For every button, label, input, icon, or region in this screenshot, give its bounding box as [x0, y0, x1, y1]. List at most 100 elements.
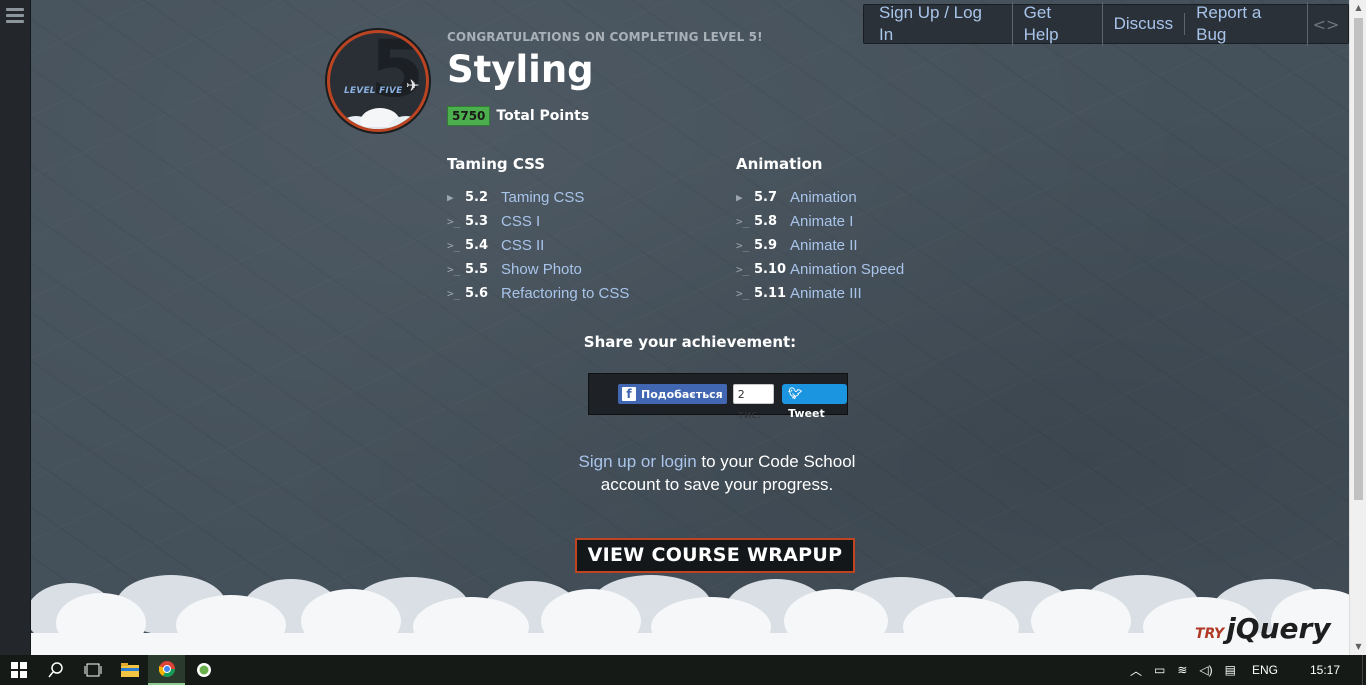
section-title: Taming CSS	[447, 155, 546, 173]
green-app-icon[interactable]	[185, 655, 222, 685]
file-explorer-icon[interactable]	[111, 655, 148, 685]
challenge-link[interactable]: CSS I	[501, 213, 540, 230]
view-course-wrapup-button[interactable]: VIEW COURSE WRAPUP	[575, 538, 855, 573]
nav-signup-login[interactable]: Sign Up / Log In	[868, 2, 1013, 46]
vertical-scrollbar[interactable]: ▲ ▼	[1349, 0, 1366, 655]
badge-cloud-icon	[340, 108, 423, 129]
challenge-number: 5.3	[465, 213, 489, 229]
challenge-link[interactable]: Taming CSS	[501, 189, 584, 206]
section-title: Animation	[736, 155, 823, 173]
challenge-link[interactable]: Animation	[790, 189, 857, 206]
language-indicator[interactable]: ENG	[1252, 663, 1278, 677]
section-taming-css: Taming CSS ▶ 5.2 Taming CSS >_ 5.3 CSS I >_ 5…	[447, 155, 629, 305]
points-value: 5750	[447, 106, 491, 126]
left-panel-strip	[0, 0, 31, 655]
nav-get-help[interactable]: Get Help	[1013, 2, 1103, 46]
challenge-link[interactable]: Animation Speed	[790, 261, 904, 278]
play-icon: ▶	[447, 190, 454, 204]
clock[interactable]: 15:17	[1310, 663, 1340, 677]
challenge-item[interactable]: >_ 5.10 Animation Speed	[736, 257, 904, 281]
terminal-icon: >_	[736, 286, 750, 300]
facebook-icon: f	[622, 387, 636, 401]
challenge-item[interactable]: ▶ 5.7 Animation	[736, 185, 904, 209]
windows-start-icon[interactable]	[0, 655, 37, 685]
terminal-icon: >_	[447, 286, 461, 300]
nav-report-bug[interactable]: Report a Bug	[1185, 2, 1309, 46]
challenge-item[interactable]: ▶ 5.2 Taming CSS	[447, 185, 629, 209]
challenge-item[interactable]: >_ 5.5 Show Photo	[447, 257, 629, 281]
badge-label: LEVEL FIVE	[344, 86, 403, 96]
congrats-heading: CONGRATULATIONS ON COMPLETING LEVEL 5!	[447, 30, 763, 44]
share-heading: Share your achievement:	[583, 333, 797, 351]
scroll-up-icon[interactable]: ▲	[1350, 0, 1366, 16]
signup-prompt: Sign up or login to your Code School acc…	[31, 450, 1349, 496]
facebook-like-count: 2 тис.	[732, 384, 775, 421]
nav-discuss[interactable]: Discuss	[1103, 13, 1186, 35]
tray-chevron-up-icon[interactable]: ︿	[1130, 662, 1142, 679]
level-badge: 5 LEVEL FIVE ✈	[327, 30, 429, 132]
challenge-item[interactable]: >_ 5.4 CSS II	[447, 233, 629, 257]
logo-jquery-text: jQuery	[1226, 612, 1331, 645]
battery-icon[interactable]: ▭	[1154, 663, 1165, 677]
challenge-item[interactable]: >_ 5.11 Animate III	[736, 281, 904, 305]
notifications-icon[interactable]: ▤	[1225, 663, 1236, 677]
code-icon[interactable]: <>	[1308, 15, 1344, 34]
section-animation: Animation ▶ 5.7 Animation >_ 5.8 Animate I >…	[736, 155, 904, 305]
challenge-number: 5.5	[465, 261, 489, 277]
signup-text-2: account to save your progress.	[600, 475, 834, 494]
challenge-link[interactable]: CSS II	[501, 237, 544, 254]
scroll-down-icon[interactable]: ▼	[1350, 639, 1366, 655]
challenge-number: 5.2	[465, 189, 489, 205]
airplane-icon: ✈	[406, 76, 420, 95]
challenge-link[interactable]: Show Photo	[501, 261, 582, 278]
challenge-item[interactable]: >_ 5.6 Refactoring to CSS	[447, 281, 629, 305]
challenge-item[interactable]: >_ 5.3 CSS I	[447, 209, 629, 233]
challenge-link[interactable]: Animate II	[790, 237, 858, 254]
share-buttons: f Подобається 2 тис. 🐦︎ Tweet	[588, 373, 848, 421]
challenge-stage: Sign Up / Log In Get Help Discuss Report…	[31, 0, 1349, 655]
terminal-icon: >_	[736, 238, 750, 252]
terminal-icon: >_	[736, 262, 750, 276]
system-tray: ︿ ▭ ≋ ◁) ▤ ENG 15:17	[1124, 655, 1366, 685]
tweet-label: Tweet	[788, 407, 825, 420]
scrollbar-thumb[interactable]	[1354, 18, 1363, 500]
top-navigation: Sign Up / Log In Get Help Discuss Report…	[863, 2, 1349, 46]
challenge-number: 5.11	[754, 285, 787, 301]
twitter-icon: 🐦︎	[788, 387, 803, 400]
challenge-number: 5.8	[754, 213, 778, 229]
task-view-icon[interactable]	[74, 655, 111, 685]
badge-number: 5	[370, 30, 425, 115]
signup-text-1: to your Code School	[701, 452, 856, 471]
wifi-icon[interactable]: ≋	[1177, 663, 1187, 677]
terminal-icon: >_	[447, 214, 461, 228]
challenge-link[interactable]: Animate III	[790, 285, 862, 302]
challenge-item[interactable]: >_ 5.9 Animate II	[736, 233, 904, 257]
chrome-icon[interactable]	[148, 655, 185, 685]
level-title: Styling	[447, 48, 594, 91]
challenge-number: 5.9	[754, 237, 778, 253]
challenge-number: 5.4	[465, 237, 489, 253]
challenge-item[interactable]: >_ 5.8 Animate I	[736, 209, 904, 233]
play-icon: ▶	[736, 190, 743, 204]
logo-try-text: TRY	[1195, 626, 1225, 642]
terminal-icon: >_	[736, 214, 750, 228]
facebook-like-button[interactable]: f Подобається	[618, 384, 727, 404]
hamburger-menu-icon[interactable]	[4, 6, 26, 28]
search-icon[interactable]	[37, 655, 74, 685]
show-desktop[interactable]	[1362, 655, 1366, 685]
volume-icon[interactable]: ◁)	[1199, 663, 1212, 677]
challenge-link[interactable]: Refactoring to CSS	[501, 285, 629, 302]
points-label: Total Points	[496, 108, 590, 124]
challenge-number: 5.6	[465, 285, 489, 301]
signup-login-link[interactable]: Sign up or login	[579, 452, 697, 471]
challenge-number: 5.7	[754, 189, 778, 205]
tweet-button[interactable]: 🐦︎ Tweet	[782, 384, 847, 420]
terminal-icon: >_	[447, 262, 461, 276]
terminal-icon: >_	[447, 238, 461, 252]
points-display: 5750 Total Points	[447, 106, 589, 126]
windows-taskbar: ︿ ▭ ≋ ◁) ▤ ENG 15:17	[0, 655, 1366, 685]
try-jquery-logo: TRYjQuery	[1195, 612, 1331, 645]
facebook-like-label: Подобається	[641, 387, 723, 401]
challenge-link[interactable]: Animate I	[790, 213, 853, 230]
clouds-decoration	[31, 575, 1349, 655]
